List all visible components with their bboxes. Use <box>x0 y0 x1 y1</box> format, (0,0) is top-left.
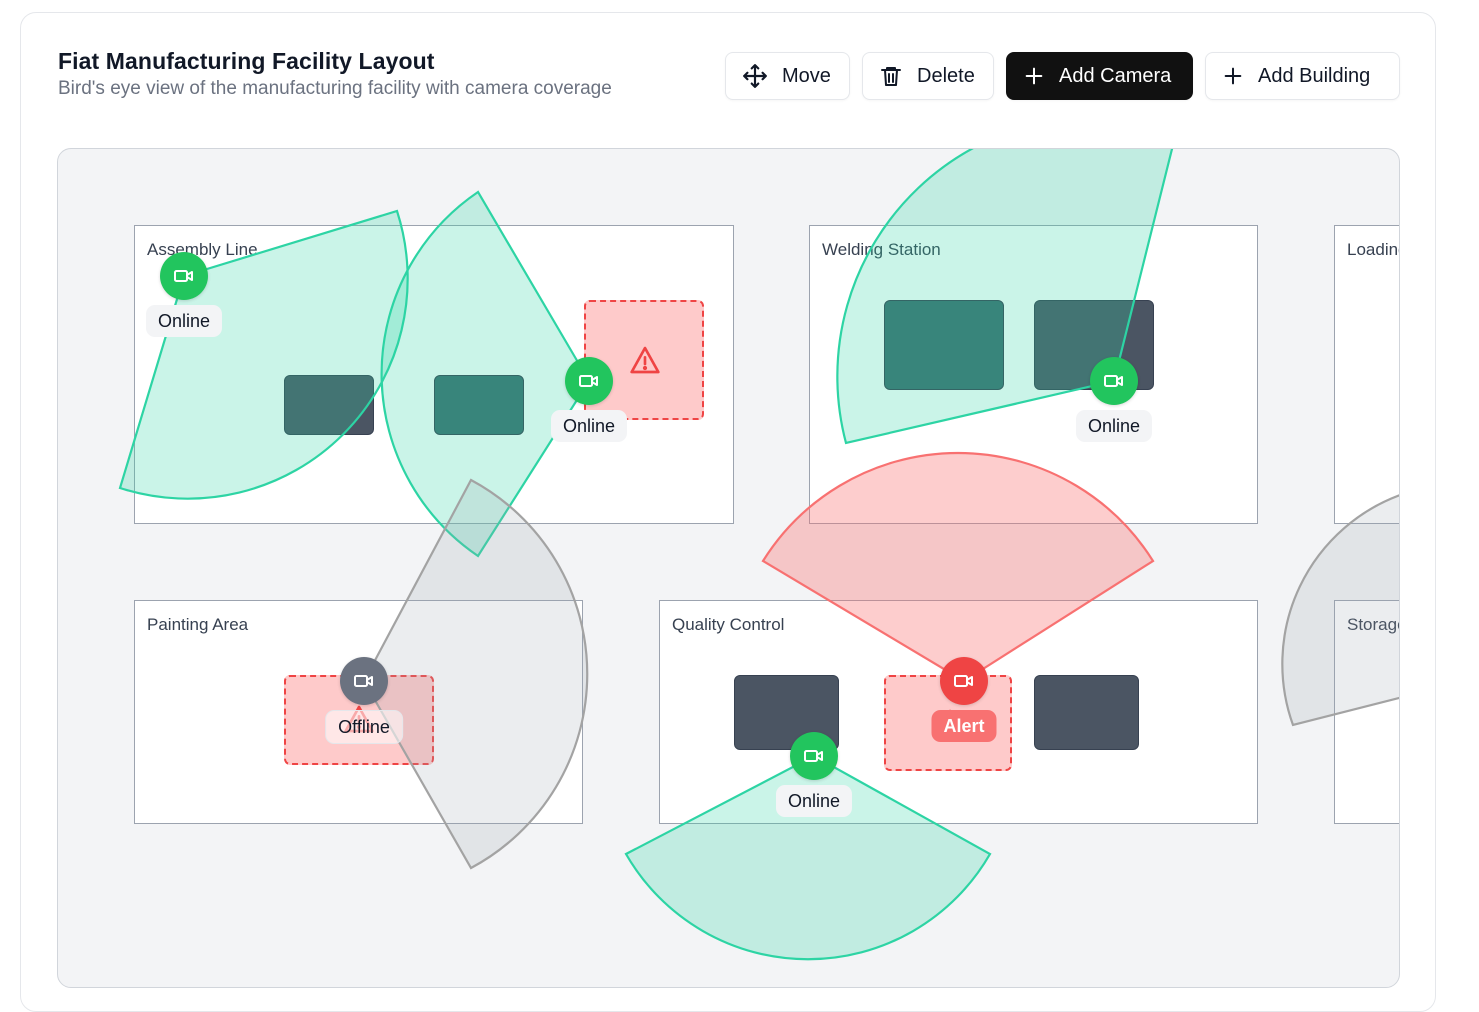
plus-icon <box>1224 67 1242 85</box>
machine[interactable] <box>884 300 1004 390</box>
video-camera-icon <box>579 375 598 387</box>
machine[interactable] <box>1034 675 1139 750</box>
camera-marker-assembly-2[interactable] <box>565 357 613 405</box>
move-arrows-icon <box>743 64 767 88</box>
camera-status-badge: Alert <box>931 710 997 742</box>
building-label: Loading Dock <box>1347 240 1399 259</box>
add-camera-button[interactable]: Add Camera <box>1006 52 1193 100</box>
delete-button-label: Delete <box>917 64 975 87</box>
camera-status-badge: Offline <box>325 710 403 744</box>
building-label: Storage <box>1347 615 1399 634</box>
video-camera-icon <box>174 270 193 282</box>
add-camera-button-label: Add Camera <box>1059 64 1172 87</box>
building-label: Quality Control <box>672 615 785 634</box>
camera-marker-quality-2[interactable] <box>790 732 838 780</box>
building-storage[interactable]: Storage <box>1334 600 1399 824</box>
camera-status-badge: Online <box>775 785 853 817</box>
camera-marker-painting[interactable] <box>340 657 388 705</box>
delete-button[interactable]: Delete <box>862 52 994 100</box>
machine[interactable] <box>434 375 524 435</box>
building-label: Painting Area <box>147 615 249 634</box>
video-camera-icon <box>1104 375 1123 387</box>
page-title: Fiat Manufacturing Facility Layout <box>58 48 435 74</box>
camera-status-badge: Online <box>550 410 628 442</box>
video-camera-icon <box>954 675 973 687</box>
camera-status-badge: Online <box>145 305 223 337</box>
camera-marker-quality-alert[interactable] <box>940 657 988 705</box>
building-label: Assembly Line <box>147 240 258 259</box>
warning-triangle-icon <box>630 346 660 374</box>
video-camera-icon <box>354 675 373 687</box>
plus-icon <box>1025 67 1043 85</box>
camera-marker-assembly-1[interactable] <box>160 252 208 300</box>
add-building-button[interactable]: Add Building <box>1205 52 1400 100</box>
video-camera-icon <box>804 750 823 762</box>
add-building-button-label: Add Building <box>1258 64 1371 87</box>
move-button-label: Move <box>782 64 831 87</box>
page-subtitle: Bird's eye view of the manufacturing fac… <box>58 78 612 99</box>
camera-status-badge: Online <box>1075 410 1153 442</box>
camera-marker-welding[interactable] <box>1090 357 1138 405</box>
building-loading-dock[interactable]: Loading Dock <box>1334 225 1399 524</box>
building-label: Welding Station <box>822 240 941 259</box>
move-button[interactable]: Move <box>725 52 850 100</box>
facility-canvas[interactable]: Assembly Line Welding Station Loading Do… <box>57 148 1400 988</box>
machine[interactable] <box>284 375 374 435</box>
trash-icon <box>881 67 901 86</box>
